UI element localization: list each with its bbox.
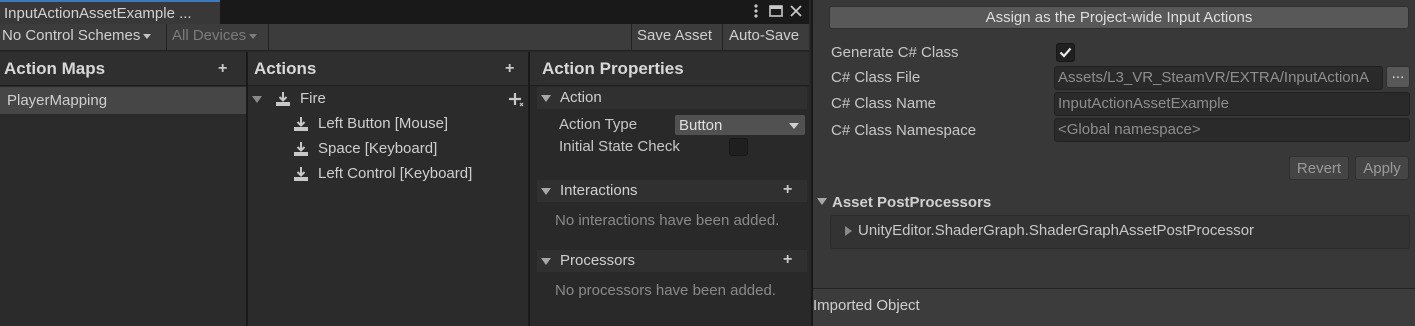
collapse-arrow-icon (541, 188, 551, 195)
action-maps-list (0, 86, 246, 326)
postprocessor-item[interactable]: UnityEditor.ShaderGraph.ShaderGraphAsset… (858, 222, 1254, 239)
browse-button[interactable]: ... (1386, 66, 1410, 88)
postprocessors-list: UnityEditor.ShaderGraph.ShaderGraphAsset… (830, 215, 1410, 249)
class-namespace-label: C# Class Namespace (831, 122, 977, 139)
action-label: Fire (300, 90, 326, 107)
tree-item-binding[interactable]: Left Button [Mouse] (248, 112, 528, 136)
binding-icon (292, 115, 310, 133)
interactions-title: Interactions (560, 182, 638, 199)
auto-save-toggle[interactable]: Auto-Save (729, 24, 799, 50)
inspector-panel: Assign as the Project-wide Input Actions… (811, 0, 1415, 326)
binding-label: Left Control [Keyboard] (318, 165, 473, 182)
chevron-down-icon (789, 123, 799, 129)
binding-label: Left Button [Mouse] (318, 115, 449, 132)
window-tab[interactable]: InputActionAssetExample ... (0, 0, 220, 24)
input-actions-editor-window: InputActionAssetExample ... No Control S… (0, 0, 809, 326)
toolbar-divider (166, 24, 167, 50)
processors-title: Processors (560, 252, 636, 269)
generate-class-checkbox[interactable] (1056, 43, 1075, 62)
tree-item-fire[interactable]: Fire (248, 87, 528, 111)
expand-arrow-icon[interactable] (845, 226, 852, 236)
class-name-label: C# Class Name (831, 95, 937, 112)
action-maps-header: Action Maps (0, 52, 246, 86)
devices-label: All Devices (172, 27, 247, 44)
assign-project-wide-button[interactable]: Assign as the Project-wide Input Actions (829, 6, 1409, 29)
control-schemes-dropdown[interactable]: No Control Schemes (2, 24, 152, 50)
binding-label: Space [Keyboard] (318, 140, 438, 157)
class-namespace-field[interactable]: <Global namespace> (1054, 118, 1410, 142)
toolbar-divider (268, 24, 269, 50)
save-asset-button[interactable]: Save Asset (637, 24, 712, 50)
postprocessors-title: Asset PostProcessors (832, 194, 992, 211)
revert-button[interactable]: Revert (1289, 156, 1349, 180)
interactions-section-header[interactable]: Interactions + (537, 180, 807, 202)
action-icon (274, 90, 292, 108)
expand-arrow-icon[interactable] (252, 96, 262, 103)
chevron-down-icon (143, 33, 152, 39)
class-file-field[interactable]: Assets/L3_VR_SteamVR/EXTRA/InputActionA (1054, 66, 1383, 90)
action-properties-title: Action Properties (542, 59, 684, 78)
collapse-arrow-icon (541, 95, 551, 102)
add-interaction-button[interactable]: + (783, 181, 792, 199)
toolbar-divider (631, 24, 632, 50)
maximize-icon[interactable] (768, 3, 784, 19)
editor-toolbar: No Control Schemes All Devices Save Asse… (0, 24, 809, 51)
action-map-label: PlayerMapping (7, 92, 108, 109)
initial-state-check-label: Initial State Check (559, 138, 680, 155)
kebab-menu-icon[interactable] (748, 3, 764, 19)
class-file-label: C# Class File (831, 69, 921, 86)
add-processor-button[interactable]: + (783, 251, 792, 269)
checkmark-icon (1059, 47, 1072, 58)
apply-button[interactable]: Apply (1355, 156, 1409, 180)
class-name-field[interactable]: InputActionAssetExample (1054, 92, 1410, 116)
toolbar-divider (722, 24, 723, 50)
tree-item-binding[interactable]: Left Control [Keyboard] (248, 162, 528, 186)
chevron-down-icon (249, 33, 258, 39)
actions-header: Actions (248, 52, 528, 86)
action-section-header[interactable]: Action (537, 87, 807, 109)
devices-dropdown[interactable]: All Devices (172, 24, 258, 50)
action-type-label: Action Type (559, 116, 638, 133)
action-type-dropdown[interactable]: Button (674, 114, 806, 136)
tree-item-binding[interactable]: Space [Keyboard] (248, 137, 528, 161)
action-type-value: Button (679, 117, 723, 134)
processors-empty-text: No processors have been added. (555, 282, 776, 299)
action-properties-header: Action Properties (530, 52, 809, 86)
control-schemes-label: No Control Schemes (2, 27, 141, 44)
processors-section-header[interactable]: Processors + (537, 250, 807, 272)
binding-icon (292, 140, 310, 158)
action-maps-title: Action Maps (4, 59, 106, 78)
imported-object-label: Imported Object (813, 297, 920, 314)
binding-icon (292, 165, 310, 183)
initial-state-checkbox[interactable] (729, 138, 748, 156)
actions-title: Actions (254, 59, 317, 78)
interactions-empty-text: No interactions have been added. (555, 212, 780, 229)
add-action-map-button[interactable]: + (218, 60, 227, 78)
generate-class-label: Generate C# Class (831, 44, 959, 61)
action-section-title: Action (560, 89, 602, 106)
foldout-arrow-icon[interactable] (817, 198, 827, 205)
add-action-button[interactable]: + (505, 60, 514, 78)
collapse-arrow-icon (541, 258, 551, 265)
list-item[interactable]: PlayerMapping (0, 87, 246, 114)
close-icon[interactable] (788, 3, 804, 19)
add-binding-icon[interactable] (508, 92, 524, 108)
